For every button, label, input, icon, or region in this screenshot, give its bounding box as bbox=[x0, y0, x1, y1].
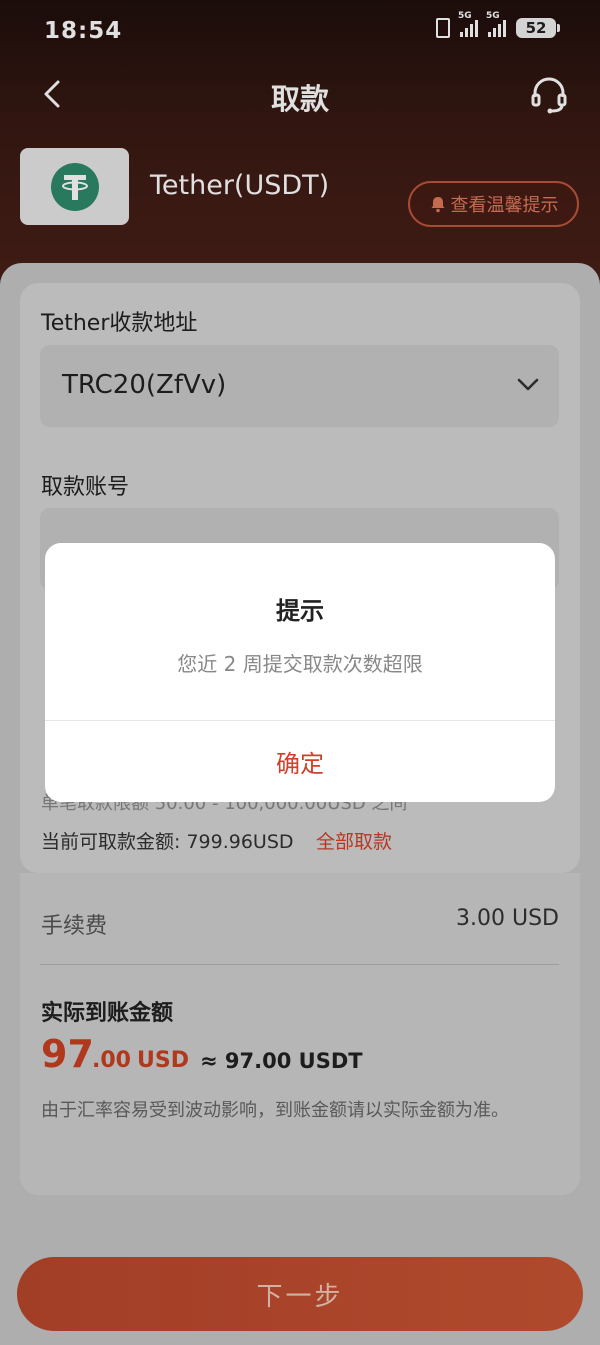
dialog-title: 提示 bbox=[276, 597, 324, 625]
dialog-confirm-button[interactable]: 确定 bbox=[45, 721, 555, 802]
alert-dialog: 提示 您近 2 周提交取款次数超限 确定 bbox=[45, 543, 555, 802]
dialog-message: 您近 2 周提交取款次数超限 bbox=[177, 652, 423, 676]
